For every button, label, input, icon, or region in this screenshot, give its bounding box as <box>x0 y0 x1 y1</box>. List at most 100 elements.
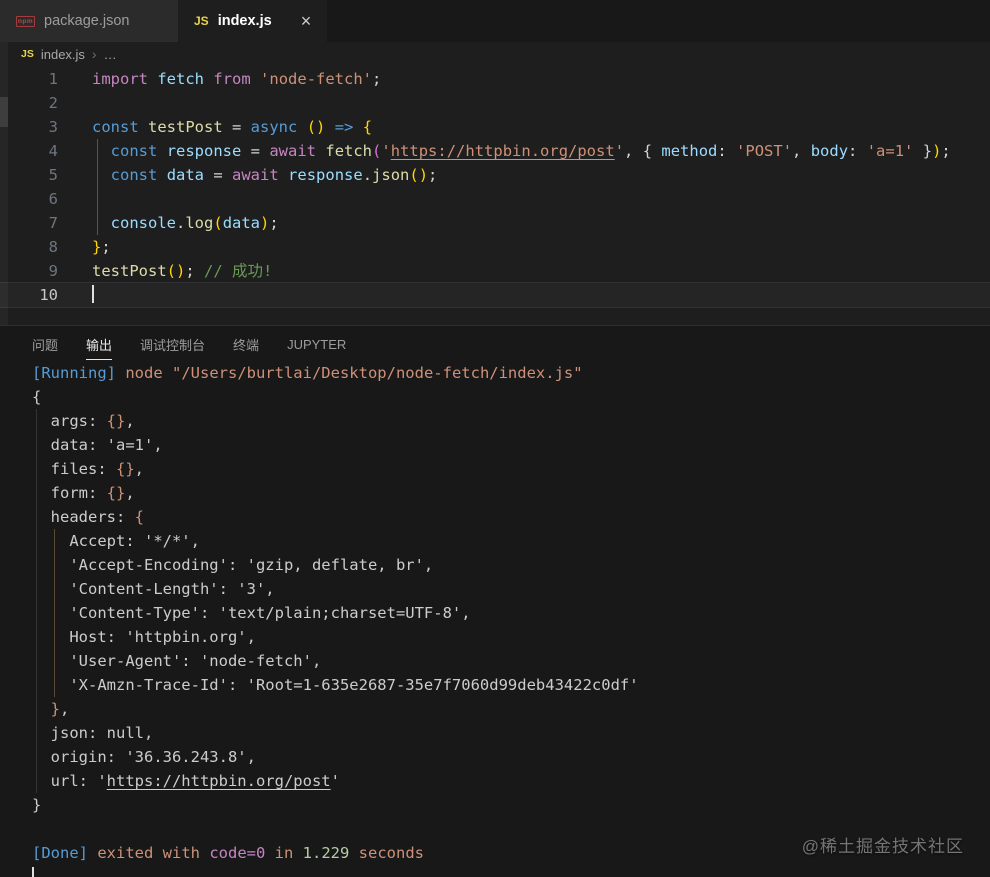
token: { <box>32 388 42 406</box>
editor-tab-bar: npm package.json JS index.js × <box>0 0 990 42</box>
token: {} <box>116 460 135 478</box>
line-number: 3 <box>48 118 58 136</box>
line-number: 2 <box>48 94 58 112</box>
output-line: Host: 'httpbin.org', <box>0 625 990 649</box>
token: 'node-fetch' <box>260 70 373 88</box>
token: 'X-Amzn-Trace-Id': 'Root=1-635e2687-35e7… <box>32 676 639 694</box>
indent-guide <box>36 409 37 793</box>
output-console[interactable]: [Running] node "/Users/burtlai/Desktop/n… <box>0 361 990 877</box>
token: => <box>334 118 354 136</box>
token: node "/Users/burtlai/Desktop/node-fetch/… <box>116 364 583 382</box>
token: async <box>250 118 298 136</box>
code-line: 7 console.log(data); <box>0 211 990 235</box>
token: json: null, <box>32 724 154 742</box>
token: 'Accept-Encoding': 'gzip, deflate, br', <box>32 556 434 574</box>
breadcrumb[interactable]: JS index.js › … <box>0 42 990 66</box>
javascript-icon: JS <box>21 48 34 60</box>
token: } <box>32 796 42 814</box>
output-line: args: {}, <box>0 409 990 433</box>
token: Host: 'httpbin.org', <box>32 628 256 646</box>
code-line: 3 const testPost = async () => { <box>0 115 990 139</box>
token: headers: <box>32 508 135 526</box>
line-number: 5 <box>48 166 58 184</box>
javascript-icon: JS <box>194 14 209 28</box>
token: {} <box>106 484 126 502</box>
panel-tab-调试控制台[interactable]: 调试控制台 <box>140 328 205 360</box>
output-line: Accept: '*/*', <box>0 529 990 553</box>
token: body <box>810 142 849 160</box>
output-line: } <box>0 793 990 817</box>
tab-index-js[interactable]: JS index.js × <box>178 0 328 42</box>
output-line: json: null, <box>0 721 990 745</box>
token: . <box>176 214 186 232</box>
link[interactable]: https://httpbin.org/post <box>391 142 615 160</box>
editor-code: 1 import fetch from 'node-fetch'; 2 3 const … <box>0 67 990 325</box>
line-number: 8 <box>48 238 58 256</box>
line-number: 1 <box>48 70 58 88</box>
code-line: 8}; <box>0 235 990 259</box>
output-line: data: 'a=1', <box>0 433 990 457</box>
token: () <box>409 166 429 184</box>
token: , <box>792 142 811 160</box>
tab-label: index.js <box>217 13 272 29</box>
token: , <box>624 142 643 160</box>
panel-tab-问题[interactable]: 问题 <box>32 328 58 360</box>
breadcrumb-file[interactable]: index.js <box>41 47 85 62</box>
output-line: 'User-Agent': 'node-fetch', <box>0 649 990 673</box>
token: ' <box>381 142 391 160</box>
token: : <box>717 142 737 160</box>
link[interactable]: https://httpbin.org/post <box>107 772 331 790</box>
panel-tab-终端[interactable]: 终端 <box>233 328 259 360</box>
code-editor[interactable]: JS index.js › … 1 import fetch from 'node… <box>0 42 990 325</box>
token: origin: '36.36.243.8', <box>32 748 256 766</box>
tab-package-json[interactable]: npm package.json <box>0 0 178 42</box>
output-line: form: {}, <box>0 481 990 505</box>
token: ) <box>260 214 270 232</box>
panel-tab-JUPYTER[interactable]: JUPYTER <box>287 330 346 358</box>
watermark: @稀土掘金技术社区 <box>801 837 964 856</box>
token: { <box>134 508 144 526</box>
code-line: 4 const response = await fetch('https://… <box>0 139 990 163</box>
token: , <box>125 412 135 430</box>
output-line: 'Content-Type': 'text/plain;charset=UTF-… <box>0 601 990 625</box>
code-line: 5 const data = await response.json(); <box>0 163 990 187</box>
chevron-right-icon: › <box>91 46 97 62</box>
token: response <box>166 142 242 160</box>
token: ; <box>941 142 951 160</box>
indent-guide <box>54 529 55 697</box>
token: . <box>362 166 373 184</box>
token: seconds <box>349 844 424 862</box>
panel-tab-bar: 问题 输出 调试控制台 终端 JUPYTER <box>0 326 990 361</box>
panel-tab-输出[interactable]: 输出 <box>86 328 113 360</box>
token: log <box>185 214 214 232</box>
token: import <box>92 70 148 88</box>
token: ' <box>330 772 340 790</box>
token: () <box>306 118 326 136</box>
token: { <box>362 118 373 136</box>
token: data <box>166 166 205 184</box>
token: [Running] <box>32 364 116 382</box>
token: 'Content-Type': 'text/plain;charset=UTF-… <box>32 604 471 622</box>
line-number: 9 <box>48 262 58 280</box>
token: 1.229 <box>302 844 350 862</box>
token: fetch <box>325 142 373 160</box>
breadcrumb-symbol[interactable]: … <box>104 47 117 62</box>
token: } <box>913 142 933 160</box>
token: exited with <box>88 844 210 862</box>
output-line: [Running] node "/Users/burtlai/Desktop/n… <box>0 361 990 385</box>
close-icon[interactable]: × <box>301 12 312 30</box>
token: ; <box>372 70 382 88</box>
output-line: url: 'https://httpbin.org/post' <box>0 769 990 793</box>
token: // 成功! <box>204 262 273 280</box>
token: files: <box>32 460 116 478</box>
token: , <box>134 460 145 478</box>
